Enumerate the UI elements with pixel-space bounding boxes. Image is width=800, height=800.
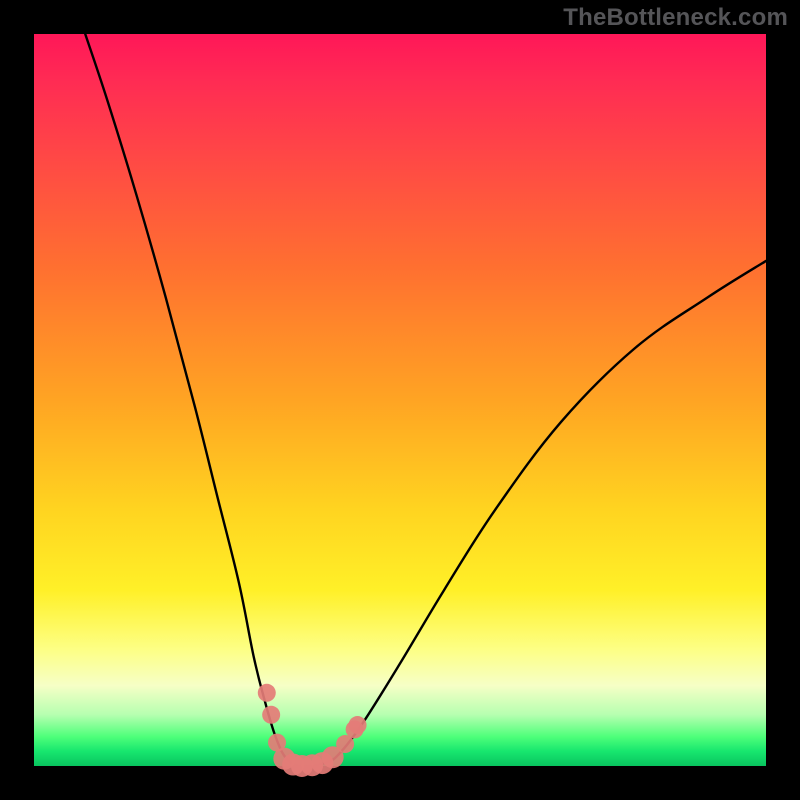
plot-area: [34, 34, 766, 766]
curve-marker: [262, 706, 280, 724]
curve-marker: [349, 716, 367, 734]
watermark-text: TheBottleneck.com: [563, 4, 788, 32]
curve-layer: [34, 34, 766, 766]
chart-frame: TheBottleneck.com: [0, 0, 800, 800]
curve-marker: [258, 684, 276, 702]
bottleneck-curve: [85, 34, 766, 766]
